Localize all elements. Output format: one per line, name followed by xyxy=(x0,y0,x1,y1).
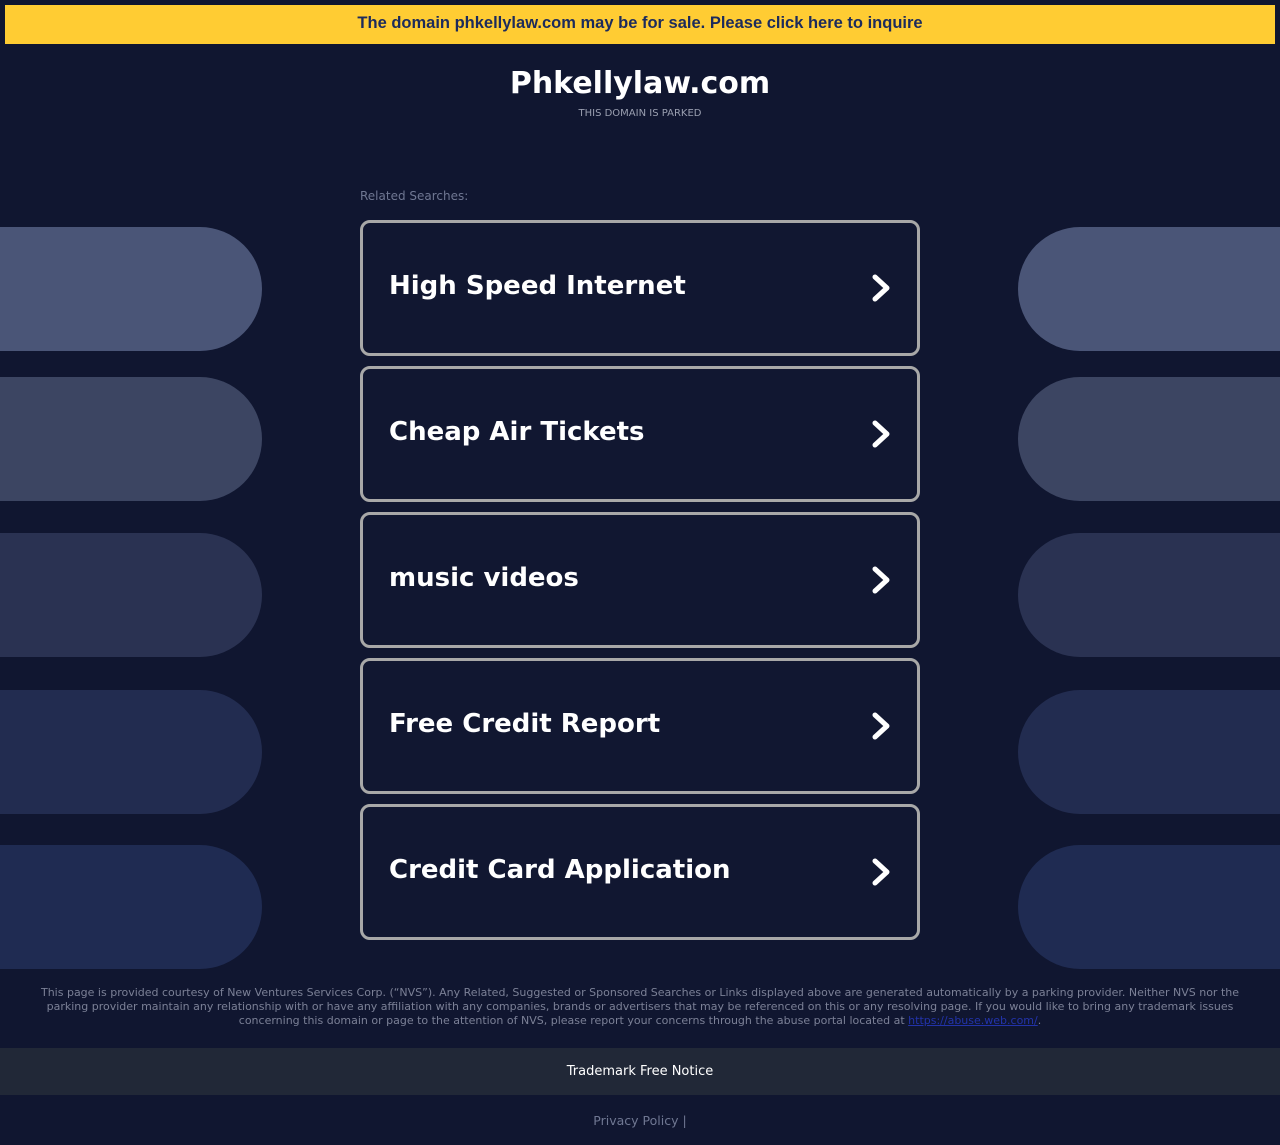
search-link-free-credit-report[interactable]: Free Credit Report xyxy=(360,658,920,794)
privacy-policy-link[interactable]: Privacy Policy xyxy=(593,1113,678,1128)
chevron-right-icon xyxy=(872,858,890,886)
decorative-pill xyxy=(1018,845,1280,969)
chevron-right-icon xyxy=(872,566,890,594)
disclaimer-text: This page is provided courtesy of New Ve… xyxy=(40,986,1240,1027)
search-link-label: Credit Card Application xyxy=(389,855,731,885)
parked-notice: THIS DOMAIN IS PARKED xyxy=(578,108,702,119)
disclaimer-end: . xyxy=(1037,1014,1042,1027)
abuse-portal-link[interactable]: https://abuse.web.com/ xyxy=(908,1014,1038,1027)
decorative-pill xyxy=(0,227,262,351)
chevron-right-icon xyxy=(872,712,890,740)
decorative-pill xyxy=(0,533,262,657)
decorative-pill xyxy=(0,845,262,969)
search-link-label: High Speed Internet xyxy=(389,271,686,301)
decorative-pill xyxy=(1018,377,1280,501)
search-link-high-speed-internet[interactable]: High Speed Internet xyxy=(360,220,920,356)
chevron-right-icon xyxy=(872,274,890,302)
footer-disclaimer: This page is provided courtesy of New Ve… xyxy=(35,986,1245,1028)
search-link-credit-card-application[interactable]: Credit Card Application xyxy=(360,804,920,940)
trademark-bar: Trademark Free Notice xyxy=(0,1048,1280,1095)
search-link-music-videos[interactable]: music videos xyxy=(360,512,920,648)
site-title: Phkellylaw.com xyxy=(509,66,771,101)
decorative-pill xyxy=(1018,533,1280,657)
footer-separator: | xyxy=(682,1113,687,1128)
page: The domain phkellylaw.com may be for sal… xyxy=(0,0,1280,1145)
decorative-pill xyxy=(0,690,262,814)
footer-links: Privacy Policy | xyxy=(0,1113,1280,1129)
chevron-right-icon xyxy=(872,420,890,448)
decorative-pill xyxy=(1018,227,1280,351)
search-link-label: Cheap Air Tickets xyxy=(389,417,645,447)
domain-sale-banner[interactable]: The domain phkellylaw.com may be for sal… xyxy=(5,5,1275,44)
related-searches-label: Related Searches: xyxy=(360,189,469,203)
decorative-pill xyxy=(0,377,262,501)
search-link-cheap-air-tickets[interactable]: Cheap Air Tickets xyxy=(360,366,920,502)
search-link-label: music videos xyxy=(389,563,579,593)
search-link-label: Free Credit Report xyxy=(389,709,661,739)
trademark-free-notice-link[interactable]: Trademark Free Notice xyxy=(567,1064,713,1079)
decorative-pill xyxy=(1018,690,1280,814)
